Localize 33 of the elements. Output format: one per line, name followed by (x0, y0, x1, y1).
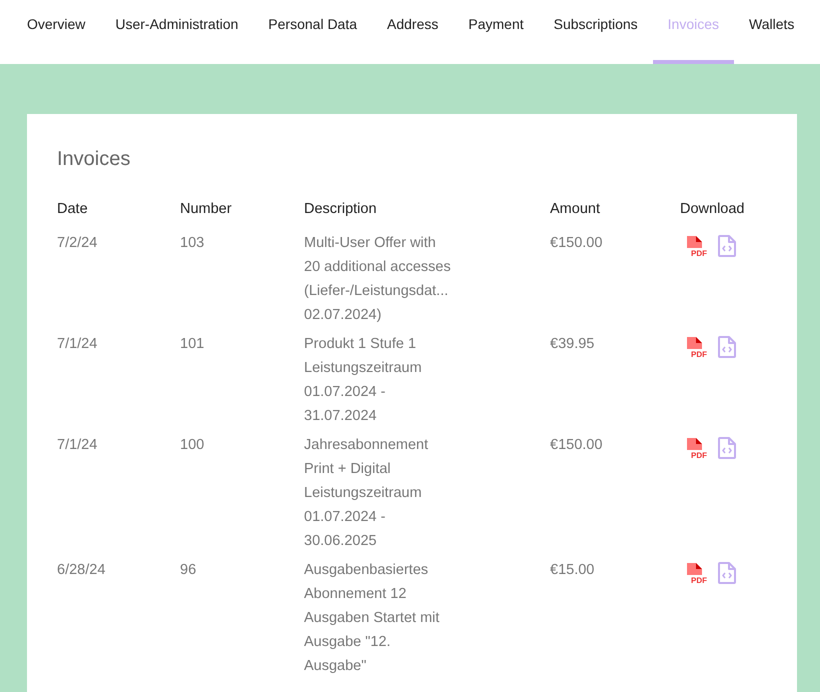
amount-cell-text: €39.95 (550, 335, 596, 354)
tab[interactable]: Personal Data (253, 0, 372, 64)
amount-cell-text: €150.00 (550, 234, 604, 253)
tab[interactable]: Wallets (734, 0, 810, 64)
column-header: Description (304, 201, 378, 219)
column-header: Amount (550, 201, 601, 219)
date-cell-text: 6/28/24 (57, 561, 106, 580)
number-cell-text: 96 (180, 561, 198, 580)
number-cell-text: 103 (180, 234, 206, 253)
tab[interactable]: Overview (12, 0, 100, 64)
column-header: Download (680, 201, 746, 219)
tab[interactable]: Subscriptions (538, 0, 653, 64)
tab[interactable]: Address (372, 0, 454, 64)
code-file-icon[interactable] (718, 562, 736, 584)
description-cell-text: Multi-User Offer with 20 additional accesses (Liefer-/Leistungsdat... 02.07.2024) (304, 234, 452, 325)
description-cell-text: Ausgabenbasiertes Abonnement 12 Ausgaben Startet mit Ausgabe "12. Ausgabe" (304, 561, 440, 676)
code-file-icon[interactable] (718, 336, 736, 358)
column-header: Date (57, 201, 89, 219)
amount-cell-text: €150.00 (550, 436, 604, 455)
date-cell-text: 7/1/24 (57, 335, 98, 354)
date-cell-text: 7/2/24 (57, 234, 98, 253)
column-header: Number (180, 201, 233, 219)
card-title: Invoices (57, 148, 132, 171)
code-file-icon[interactable] (718, 235, 736, 257)
description-cell-text: Jahresabonnement Print + Digital Leistungszeitraum 01.07.2024 - 30.06.2025 (304, 436, 430, 551)
number-cell-text: 101 (180, 335, 206, 354)
number-cell-text: 100 (180, 436, 206, 455)
date-cell-text: 7/1/24 (57, 436, 98, 455)
tab[interactable]: Payment (453, 0, 539, 64)
tab[interactable]: User-Administration (100, 0, 254, 64)
description-cell-text: Produkt 1 Stufe 1 Leistungszeitraum 01.07.2024 - 31.07.2024 (304, 335, 423, 426)
code-file-icon[interactable] (718, 437, 736, 459)
amount-cell-text: €15.00 (550, 561, 596, 580)
